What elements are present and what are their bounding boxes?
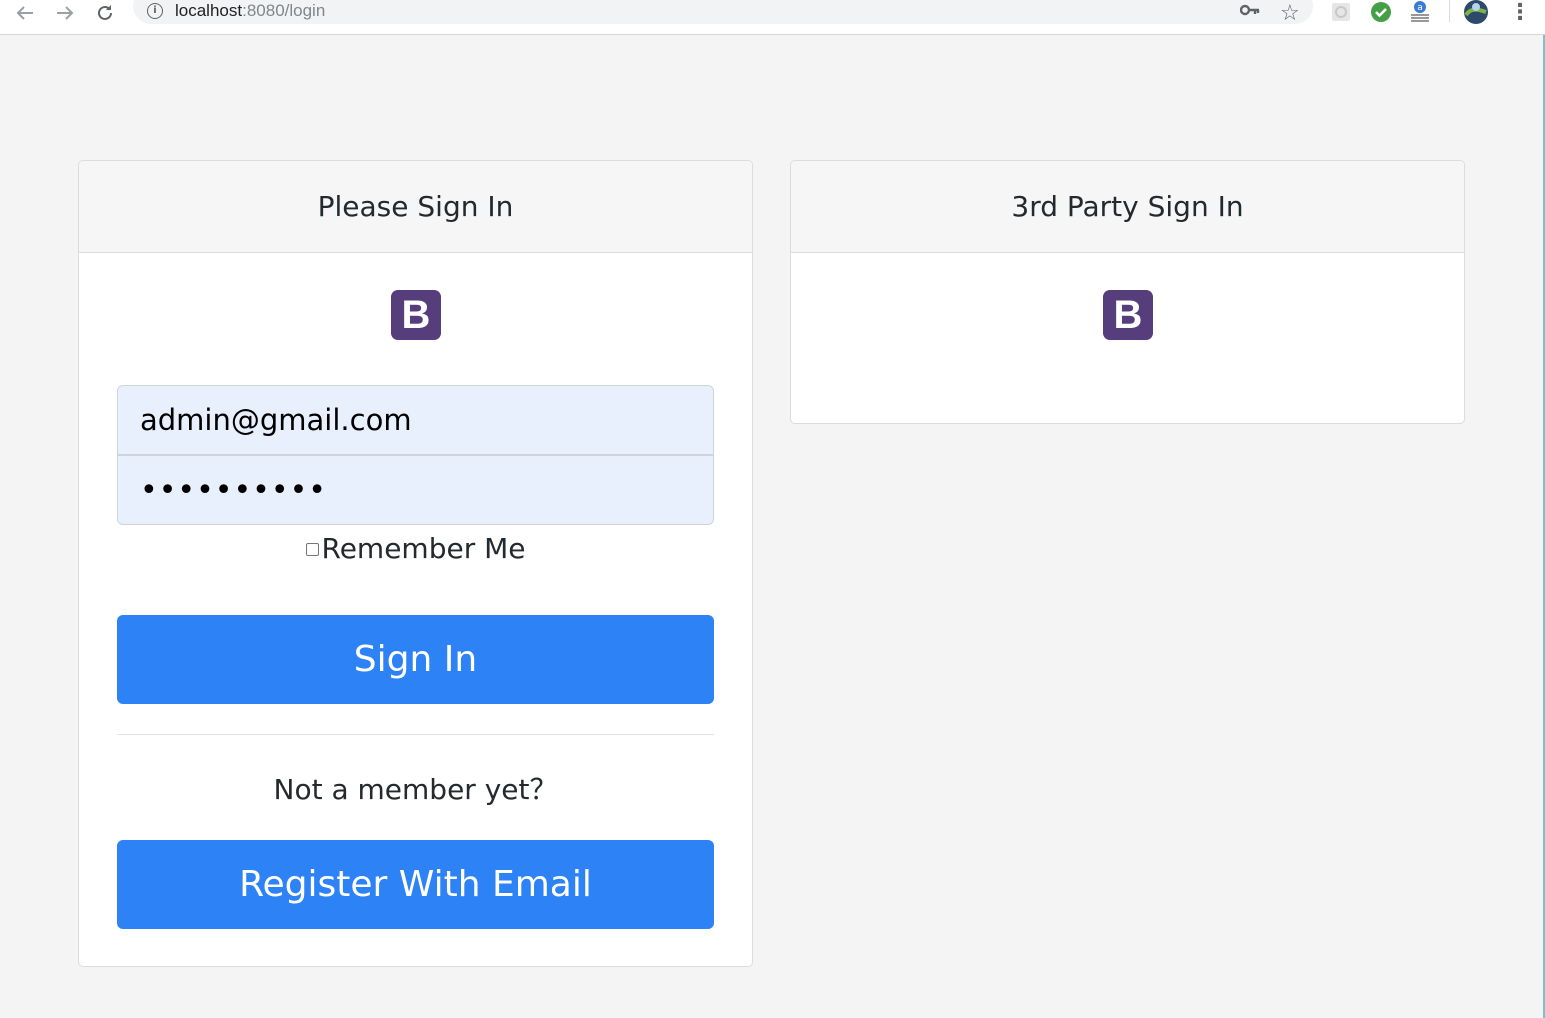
star-icon[interactable]: ☆ (1280, 1, 1300, 26)
profile-avatar-icon[interactable] (1463, 0, 1489, 25)
register-with-email-button[interactable]: Register With Email (117, 840, 714, 929)
url-text[interactable]: localhost:8080/login (175, 1, 325, 21)
extension-grey-icon[interactable] (1331, 2, 1351, 22)
sign-in-button[interactable]: Sign In (117, 615, 714, 704)
menu-icon[interactable]: ⋮ (1509, 0, 1531, 25)
url-host: localhost (175, 1, 243, 20)
sign-in-card-title: Please Sign In (79, 161, 752, 253)
not-member-text: Not a member yet？ (273, 773, 558, 806)
sign-in-card: Please Sign In B admin@gmail.com •••••••… (78, 160, 753, 967)
bootstrap-logo-icon[interactable]: B (1103, 290, 1153, 340)
url-path: :8080/login (242, 1, 326, 20)
toolbar-divider (1449, 0, 1450, 22)
info-icon[interactable]: i (147, 3, 163, 19)
remember-me-checkbox[interactable] (305, 543, 319, 556)
email-field[interactable]: admin@gmail.com (117, 385, 714, 455)
back-icon[interactable] (12, 2, 38, 24)
divider (117, 734, 714, 735)
password-field[interactable]: •••••••••• (117, 455, 714, 525)
browser-toolbar: i localhost:8080/login ☆ a ⋮ (0, 0, 1545, 35)
remember-me-row: Remember Me (79, 532, 752, 565)
extension-stack-icon[interactable]: a (1409, 0, 1431, 24)
forward-icon[interactable] (52, 2, 78, 24)
reload-icon[interactable] (92, 2, 118, 24)
extension-check-icon[interactable] (1370, 1, 1392, 23)
third-party-card: 3rd Party Sign In B (790, 160, 1465, 424)
key-icon[interactable] (1240, 3, 1260, 17)
svg-text:a: a (1417, 3, 1423, 13)
third-party-card-title: 3rd Party Sign In (791, 161, 1464, 253)
remember-me-label[interactable]: Remember Me (322, 532, 526, 565)
bootstrap-logo-icon: B (391, 290, 441, 340)
